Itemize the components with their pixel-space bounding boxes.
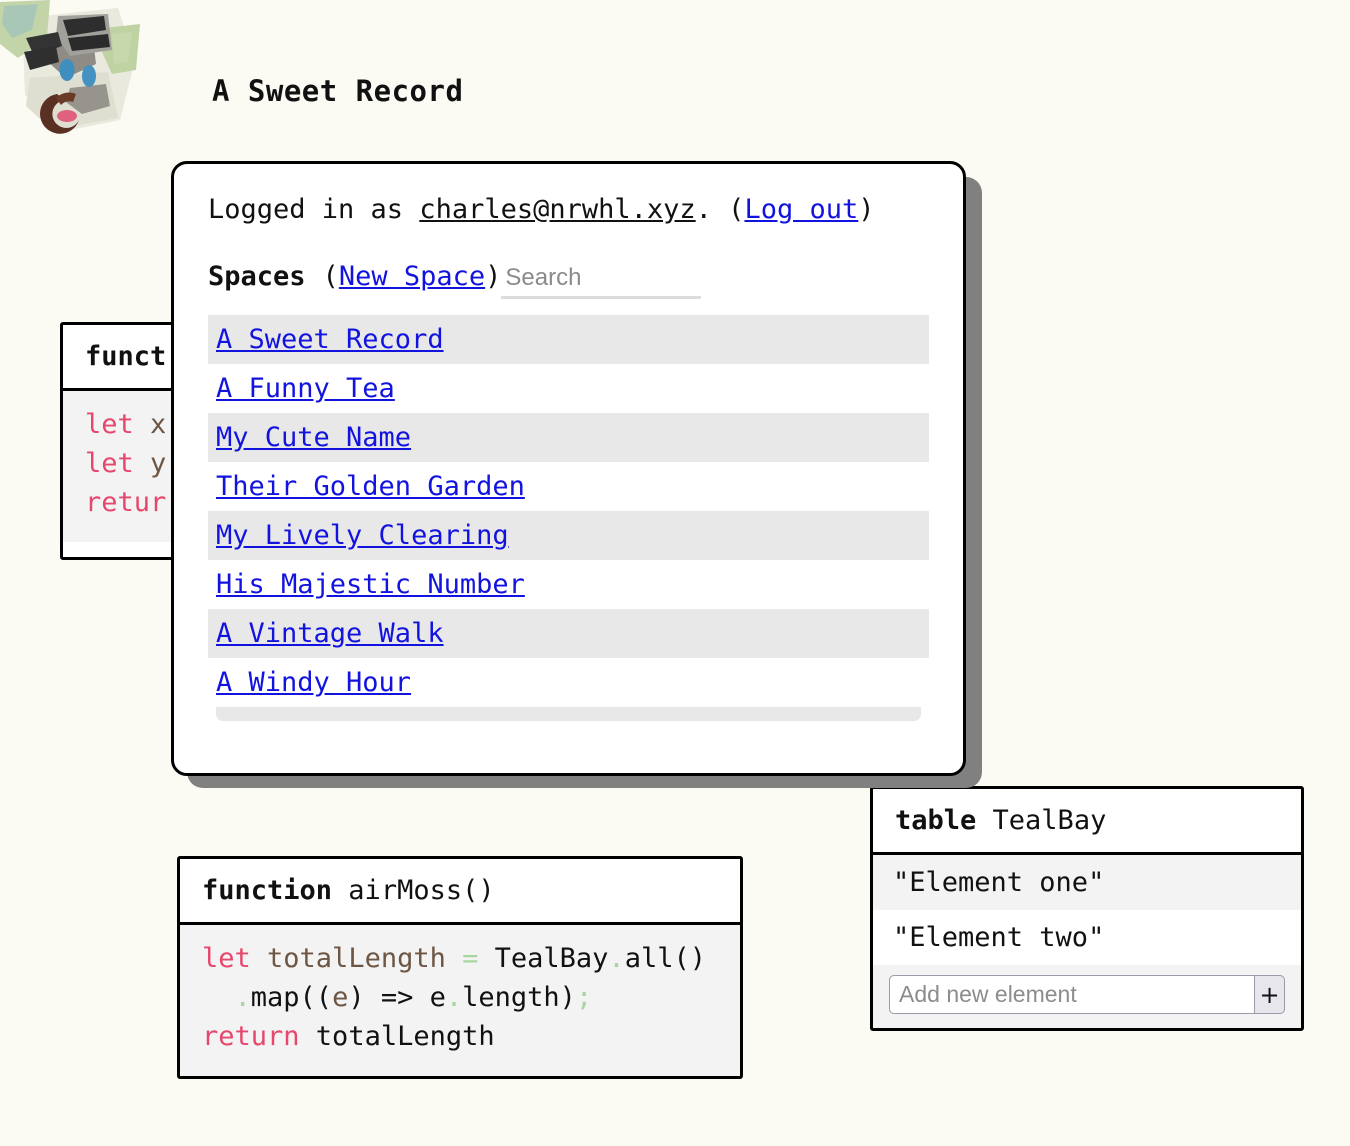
space-link[interactable]: His Majestic Number [216,569,525,600]
function-card-airmoss-header: function airMoss() [180,859,740,922]
add-element-row: + [889,975,1285,1014]
code-dot: . [234,982,251,1013]
space-link[interactable]: My Lively Clearing [216,520,509,551]
code-semicolon: ; [575,982,593,1013]
code-keyword: return [202,1021,300,1052]
code-keyword: let [85,448,134,479]
paren-open: ( [322,261,339,292]
table-keyword: table [895,805,977,836]
table-row[interactable]: "Element one" [873,855,1301,910]
search-input[interactable] [501,264,702,299]
space-list-item[interactable]: My Cute Name [208,413,929,462]
spaces-heading: Spaces [208,261,306,292]
code-plain: TealBay [478,943,609,974]
logged-in-email: charles@nrwhl.xyz [419,194,696,225]
space-link[interactable]: A Funny Tea [216,373,395,404]
code-plain: map(( [250,982,333,1013]
new-space-link[interactable]: New Space [339,261,485,292]
code-plain: totalLength [299,1021,495,1052]
space-list-item-clipped [216,707,921,721]
space-list-item[interactable]: His Majestic Number [208,560,929,609]
new-space-group: (New Space) [323,261,502,292]
table-cell-value: "Element two" [893,922,1105,953]
space-link[interactable]: A Windy Hour [216,667,411,698]
spaces-dialog: Logged in as charles@nrwhl.xyz. (Log out… [171,161,966,776]
space-list-item[interactable]: A Funny Tea [208,364,929,413]
sheep-painting-logo [0,0,175,150]
add-element-button[interactable]: + [1255,975,1285,1014]
code-plain: all() [624,943,706,974]
spaces-toolbar: Spaces (New Space) [208,261,929,299]
code-variable: y [133,448,167,479]
code-keyword: let [85,409,134,440]
function-card-airmoss-body: let totalLength = TealBay.all() .map((e)… [180,922,740,1076]
code-variable: e [332,982,349,1013]
table-name: TealBay [976,805,1107,836]
spaces-list: A Sweet Record A Funny Tea My Cute Name … [208,315,929,721]
space-link[interactable]: Their Golden Garden [216,471,525,502]
code-variable: x [133,409,167,440]
code-dot: . [608,943,625,974]
space-link[interactable]: My Cute Name [216,422,411,453]
space-list-item[interactable]: My Lively Clearing [208,511,929,560]
function-keyword: funct [85,341,167,372]
function-card-airmoss: function airMoss() let totalLength = Tea… [177,856,743,1079]
logged-in-status: Logged in as charles@nrwhl.xyz. (Log out… [208,194,929,225]
logged-in-prefix: Logged in as [208,194,420,225]
space-list-item[interactable]: A Sweet Record [208,315,929,364]
paren-close: ) [485,261,502,292]
table-card-tealbay: table TealBay "Element one" "Element two… [870,786,1304,1031]
page-title: A Sweet Record [212,74,464,108]
space-link[interactable]: A Sweet Record [216,324,444,355]
logged-in-close-paren: ) [858,194,875,225]
table-card-body: "Element one" "Element two" + [873,852,1301,1028]
code-plain: ) => e [348,982,446,1013]
code-variable: totalLength [250,943,463,974]
code-keyword: retur [85,487,167,518]
table-cell-value: "Element one" [893,867,1105,898]
table-card-header: table TealBay [873,789,1301,852]
code-dot: . [445,982,463,1013]
function-keyword: function [202,875,333,906]
code-operator: = [462,943,479,974]
log-out-link[interactable]: Log out [744,194,858,225]
space-list-item[interactable]: A Vintage Walk [208,609,929,658]
code-keyword: let [202,943,251,974]
space-link[interactable]: A Vintage Walk [216,618,444,649]
space-list-item[interactable]: A Windy Hour [208,658,929,707]
function-name: airMoss() [332,875,495,906]
code-plain: length) [462,982,576,1013]
space-list-item[interactable]: Their Golden Garden [208,462,929,511]
logged-in-suffix: . ( [695,194,745,225]
add-element-input[interactable] [889,975,1255,1014]
table-row[interactable]: "Element two" [873,910,1301,965]
